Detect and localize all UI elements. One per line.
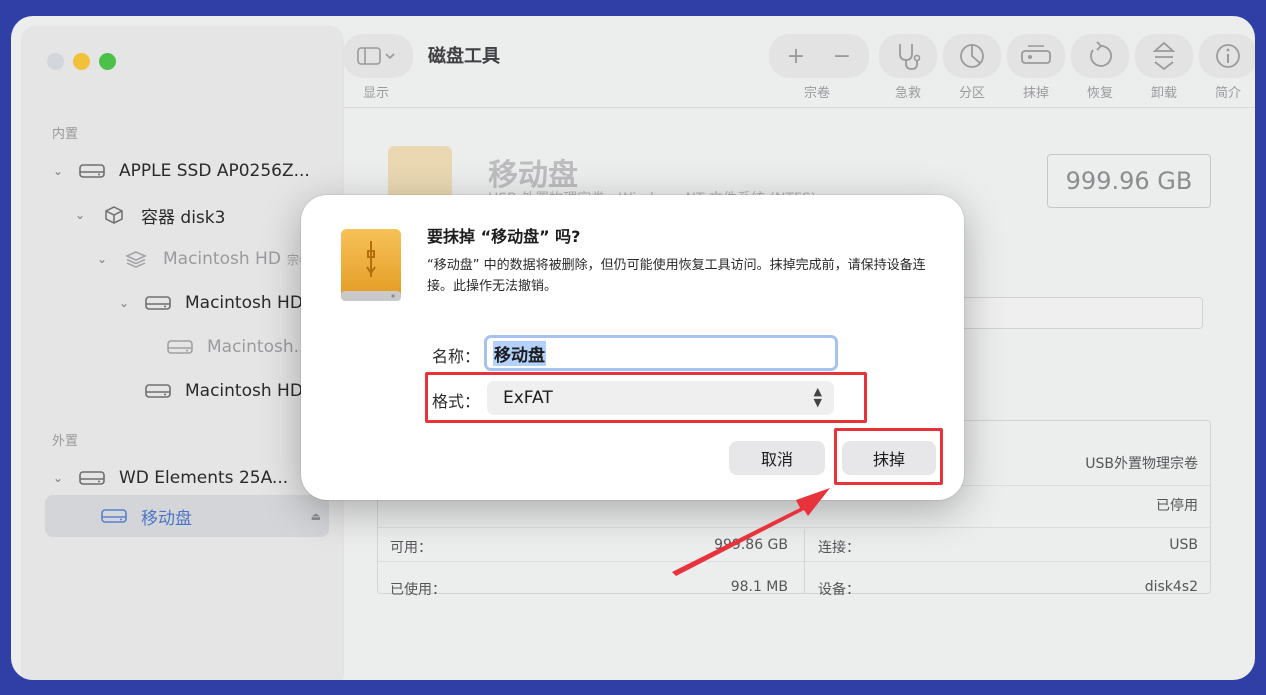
chevron-down-icon[interactable]: ⌄ (95, 252, 109, 266)
name-input-value: 移动盘 (493, 340, 546, 366)
chevron-down-icon[interactable]: ⌄ (51, 471, 65, 485)
eject-icon[interactable]: ⏏ (311, 510, 321, 523)
partition-label: 分区 (959, 86, 986, 101)
device-label: 设备： (818, 582, 860, 598)
used-value: 98.1 MB (730, 579, 788, 595)
window-controls (47, 53, 116, 70)
restore-arrow-icon (1090, 41, 1112, 67)
info-divider (378, 561, 1210, 562)
chevron-down-icon[interactable]: ⌄ (51, 164, 65, 178)
chevron-down-icon[interactable]: ⌄ (73, 208, 87, 222)
erase-drive-icon (1021, 45, 1051, 64)
close-window-button[interactable] (47, 53, 64, 70)
sidebar-item-macintosh-hd-data[interactable]: Macintosh HD... (145, 369, 319, 413)
available-label: 可用： (390, 540, 432, 556)
cancel-button[interactable]: 取消 (729, 441, 825, 475)
app-title: 磁盘工具 (428, 46, 500, 67)
sidebar-item-container-disk3[interactable]: ⌄ 容器 disk3 (73, 193, 225, 237)
remove-volume-icon[interactable]: − (824, 38, 860, 74)
capacity-display: 999.96 GB (1047, 154, 1211, 208)
harddrive-icon (145, 296, 171, 310)
view-label: 显示 (363, 86, 390, 101)
unmount-icon (1152, 41, 1176, 71)
name-input[interactable]: 移动盘 (484, 335, 838, 371)
harddrive-icon (101, 509, 127, 523)
sidebar-item-label: 容器 disk3 (141, 207, 226, 228)
sidebar-item-macintosh-snapshot[interactable]: Macintosh... (167, 325, 310, 369)
connection-value: USB (1169, 537, 1198, 553)
container-icon (105, 206, 123, 224)
owners-value: 已停用 (1156, 498, 1198, 514)
info-label: 简介 (1215, 86, 1242, 101)
harddrive-icon (79, 471, 105, 485)
volume-label: 宗卷 (804, 86, 831, 101)
restore-label: 恢复 (1087, 86, 1114, 101)
erase-toolbar-label: 抹掉 (1023, 86, 1050, 101)
available-value: 999.86 GB (714, 537, 788, 553)
stethoscope-icon (899, 44, 921, 70)
info-divider (378, 527, 1210, 528)
dialog-title: 要抹掉 “移动盘” 吗? (427, 227, 581, 246)
partition-pie-icon (960, 44, 984, 68)
type-value: USB外置物理宗卷 (1085, 456, 1198, 472)
sidebar-item-label: APPLE SSD AP0256Z... (119, 161, 310, 181)
zoom-window-button[interactable] (99, 53, 116, 70)
sidebar-item-label: Macintosh HD... (185, 381, 320, 401)
sidebar-item-macintosh-hd-volume[interactable]: ⌄ Macintosh HD 宗卷 (95, 237, 311, 281)
erase-dialog: 要抹掉 “移动盘” 吗? “移动盘” 中的数据将被删除，但仍可能使用恢复工具访问… (301, 195, 964, 500)
dialog-message: “移动盘” 中的数据将被删除，但仍可能使用恢复工具访问。抹掉完成前，请保持设备连… (427, 258, 926, 294)
info-column-divider (804, 529, 805, 593)
annotation-highlight-erase (834, 428, 943, 485)
firstaid-label: 急救 (895, 86, 922, 101)
harddrive-icon (167, 340, 193, 354)
sidebar-item-apple-ssd[interactable]: ⌄ APPLE SSD AP0256Z... (51, 149, 310, 193)
sidebar-section-external: 外置 (52, 434, 79, 449)
add-volume-icon[interactable]: + (778, 38, 814, 74)
used-label: 已使用： (390, 582, 446, 598)
sidebar-item-label: Macintosh... (207, 337, 310, 357)
device-value: disk4s2 (1144, 579, 1198, 595)
sidebar-item-label: Macintosh HD (185, 293, 303, 313)
unmount-label: 卸载 (1151, 86, 1178, 101)
chevron-down-icon[interactable]: ⌄ (117, 296, 131, 310)
sidebar: 内置 ⌄ APPLE SSD AP0256Z... ⌄ 容器 disk3 ⌄ M… (22, 27, 343, 680)
sidebar-item-macintosh-hd[interactable]: ⌄ Macintosh HD (117, 281, 303, 325)
layers-icon (125, 251, 147, 268)
sidebar-item-label: 移动盘 (141, 508, 192, 529)
view-button[interactable] (343, 34, 413, 78)
sidebar-toggle-icon (357, 47, 395, 65)
sidebar-item-wd-elements[interactable]: ⌄ WD Elements 25A... ⏏ (51, 456, 321, 500)
sidebar-section-internal: 内置 (52, 127, 79, 142)
harddrive-icon (79, 164, 105, 178)
external-drive-icon (341, 229, 401, 301)
toolbar: 显示 磁盘工具 + − 宗卷 急救 分区 抹掉 恢复 卸载 简介 (343, 16, 1255, 108)
name-label: 名称： (432, 347, 481, 366)
minimize-window-button[interactable] (73, 53, 90, 70)
sidebar-item-label: Macintosh HD (163, 249, 281, 269)
connection-label: 连接： (818, 540, 860, 556)
sidebar-item-label: WD Elements 25A... (119, 468, 289, 488)
annotation-highlight-format (425, 372, 867, 423)
info-icon (1216, 44, 1240, 68)
usage-bar (951, 297, 1203, 329)
sidebar-item-removable-disk[interactable]: 移动盘 ⏏ (101, 495, 321, 537)
harddrive-icon (145, 384, 171, 398)
